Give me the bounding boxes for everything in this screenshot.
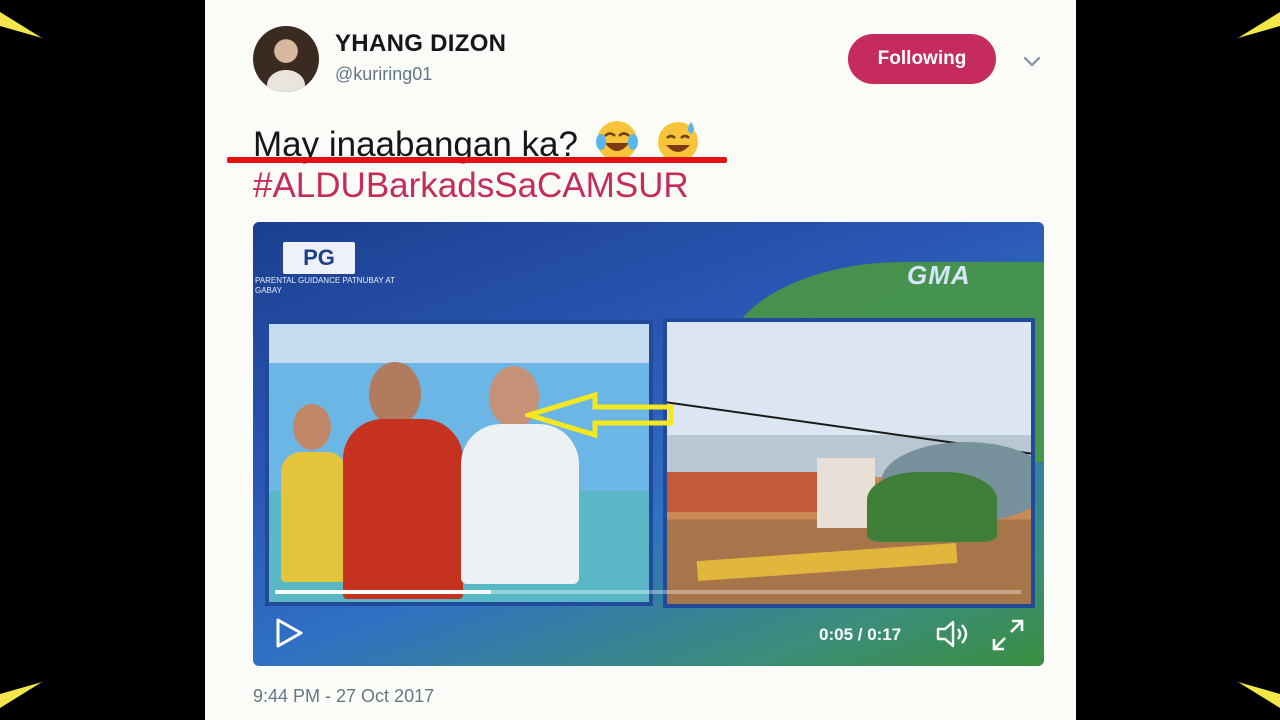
video-progress-fill: [275, 590, 492, 594]
corner-accent-top-left: [0, 0, 60, 60]
corner-accent-bottom-right: [1220, 660, 1280, 720]
red-underline-annotation: [227, 157, 727, 163]
rating-badge: PG: [283, 242, 355, 274]
tweet-card: YHANG DIZON @kuriring01 Following May in…: [205, 0, 1076, 720]
scene-band: [696, 542, 958, 582]
play-icon[interactable]: [275, 618, 303, 648]
corner-accent-top-right: [1220, 0, 1280, 60]
video-progress-bar[interactable]: [275, 590, 1021, 594]
author-handle[interactable]: @kuriring01: [335, 64, 432, 85]
following-button[interactable]: Following: [848, 34, 996, 84]
channel-logo: GMA: [907, 260, 971, 290]
yellow-arrow-annotation: [520, 391, 675, 439]
corner-accent-bottom-left: [0, 660, 60, 720]
author-name[interactable]: YHANG DIZON: [335, 30, 506, 58]
fullscreen-icon[interactable]: [991, 618, 1025, 652]
rating-caption: PARENTAL GUIDANCE PATNUBAY AT GABAY: [255, 276, 395, 295]
video-left-panel: [265, 320, 653, 606]
person-figure: [281, 452, 347, 582]
person-figure: [461, 424, 579, 584]
chevron-down-icon[interactable]: [1021, 50, 1043, 72]
video-right-panel: [663, 318, 1035, 608]
tweet-timestamp[interactable]: 9:44 PM - 27 Oct 2017: [253, 686, 434, 707]
video-player[interactable]: PG PARENTAL GUIDANCE PATNUBAY AT GABAY G…: [253, 222, 1044, 666]
scene-roof: [667, 472, 837, 512]
person-figure: [343, 419, 463, 599]
hashtag-link[interactable]: #ALDUBarkadsSaCAMSUR: [253, 166, 689, 206]
scene-trees: [867, 472, 997, 542]
avatar[interactable]: [253, 26, 319, 92]
video-time: 0:05 / 0:17: [819, 625, 902, 644]
person-figure: [369, 362, 421, 426]
volume-icon[interactable]: [936, 619, 970, 649]
person-figure: [293, 404, 331, 450]
